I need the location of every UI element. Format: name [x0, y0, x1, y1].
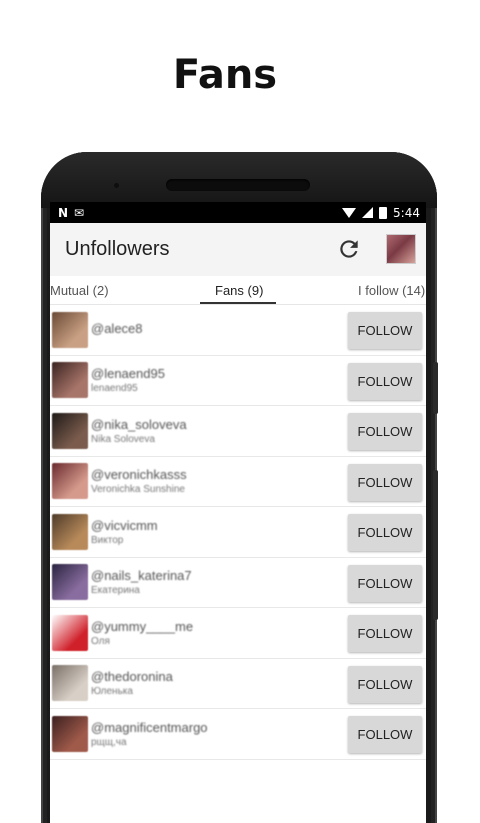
list-item[interactable]: @alece8 FOLLOW: [50, 305, 426, 356]
avatar: [52, 614, 88, 651]
user-handle: @lenaend95: [91, 366, 165, 382]
avatar: [52, 463, 88, 500]
follow-button[interactable]: FOLLOW: [348, 463, 422, 501]
user-names: @yummy____me Оля: [91, 619, 193, 647]
status-time: 5:44: [393, 205, 420, 220]
list-item[interactable]: @lenaend95 lenaend95 FOLLOW: [50, 356, 426, 406]
user-names: @vicvicmm Виктор: [91, 518, 158, 546]
user-names: @nika_soloveva Nika Soloveva: [91, 417, 187, 445]
list-item[interactable]: @yummy____me Оля FOLLOW: [50, 608, 426, 659]
user-names: @nails_katerina7 Екатерина: [91, 568, 192, 596]
avatar: [52, 311, 88, 348]
user-fullname: Екатерина: [91, 585, 140, 597]
notification-icon: ✉: [74, 205, 85, 220]
user-names: @veronichkasss Veronichka Sunshine: [91, 467, 187, 495]
tab-indicator: [200, 302, 276, 304]
promo-title: Fans: [172, 52, 278, 98]
refresh-icon[interactable]: [336, 236, 362, 262]
list-item[interactable]: @thedoronina Юленька FOLLOW: [50, 659, 426, 709]
user-fullname: Nika Soloveva: [91, 433, 155, 445]
tab-fans[interactable]: Fans (9): [215, 283, 263, 298]
user-handle: @thedoronina: [91, 669, 173, 685]
user-fullname: Юленька: [91, 686, 133, 698]
list-item[interactable]: @veronichkasss Veronichka Sunshine FOLLOW: [50, 457, 426, 507]
list-item[interactable]: @magnificentmargo рщщ,ча FOLLOW: [50, 709, 426, 760]
list-item[interactable]: @vicvicmm Виктор FOLLOW: [50, 507, 426, 558]
phone-screen: N ✉ 5:44 Unfollowers Mutual (2) Fans (9)…: [50, 202, 426, 823]
tab-mutual[interactable]: Mutual (2): [50, 283, 109, 298]
avatar: [52, 362, 88, 399]
follow-button[interactable]: FOLLOW: [348, 564, 422, 602]
avatar: [52, 513, 88, 550]
list-item[interactable]: @nika_soloveva Nika Soloveva FOLLOW: [50, 406, 426, 457]
user-fullname: Оля: [91, 635, 110, 647]
follow-button[interactable]: FOLLOW: [348, 312, 422, 349]
user-names: @alece8: [91, 321, 143, 338]
avatar: [52, 665, 88, 702]
follow-button[interactable]: FOLLOW: [348, 514, 422, 551]
wifi-icon: [342, 207, 357, 218]
user-handle: @alece8: [91, 321, 143, 337]
avatar: [52, 715, 88, 752]
user-handle: @yummy____me: [91, 618, 194, 634]
user-fullname: Виктор: [91, 534, 124, 546]
avatar: [52, 564, 88, 601]
power-button: [433, 470, 438, 620]
list-item[interactable]: @nails_katerina7 Екатерина FOLLOW: [50, 558, 426, 608]
avatar: [52, 412, 88, 449]
user-handle: @nika_soloveva: [91, 416, 187, 432]
profile-avatar[interactable]: [386, 234, 416, 264]
follow-button[interactable]: FOLLOW: [348, 413, 422, 450]
speaker-grille: [166, 179, 310, 191]
cell-signal-icon: [362, 207, 374, 218]
tab-bar: Mutual (2) Fans (9) I follow (14): [50, 276, 426, 305]
user-fullname: Veronichka Sunshine: [91, 484, 185, 496]
user-names: @thedoronina Юленька: [91, 669, 173, 697]
user-handle: @nails_katerina7: [91, 568, 192, 584]
volume-button: [433, 362, 438, 414]
user-names: @magnificentmargo рщщ,ча: [91, 720, 208, 748]
nfc-icon: N: [58, 205, 69, 220]
user-handle: @veronichkasss: [91, 467, 187, 483]
user-handle: @magnificentmargo: [91, 719, 208, 735]
tab-i-follow[interactable]: I follow (14): [358, 283, 425, 298]
follow-button[interactable]: FOLLOW: [348, 716, 422, 753]
follow-button[interactable]: FOLLOW: [348, 665, 422, 703]
battery-icon: [379, 206, 388, 219]
follow-button[interactable]: FOLLOW: [348, 615, 422, 652]
app-bar: Unfollowers: [50, 223, 426, 276]
user-names: @lenaend95 lenaend95: [91, 366, 165, 394]
user-fullname: lenaend95: [91, 383, 138, 395]
camera-icon: [114, 183, 119, 188]
follow-button[interactable]: FOLLOW: [348, 362, 422, 400]
user-fullname: рщщ,ча: [91, 736, 127, 748]
status-bar: N ✉ 5:44: [50, 202, 426, 223]
app-title: Unfollowers: [65, 238, 170, 260]
fans-list: @alece8 FOLLOW @lenaend95 lenaend95 FOLLOW @n…: [50, 305, 426, 760]
phone-top-bezel: [41, 152, 437, 208]
user-handle: @vicvicmm: [91, 517, 158, 533]
